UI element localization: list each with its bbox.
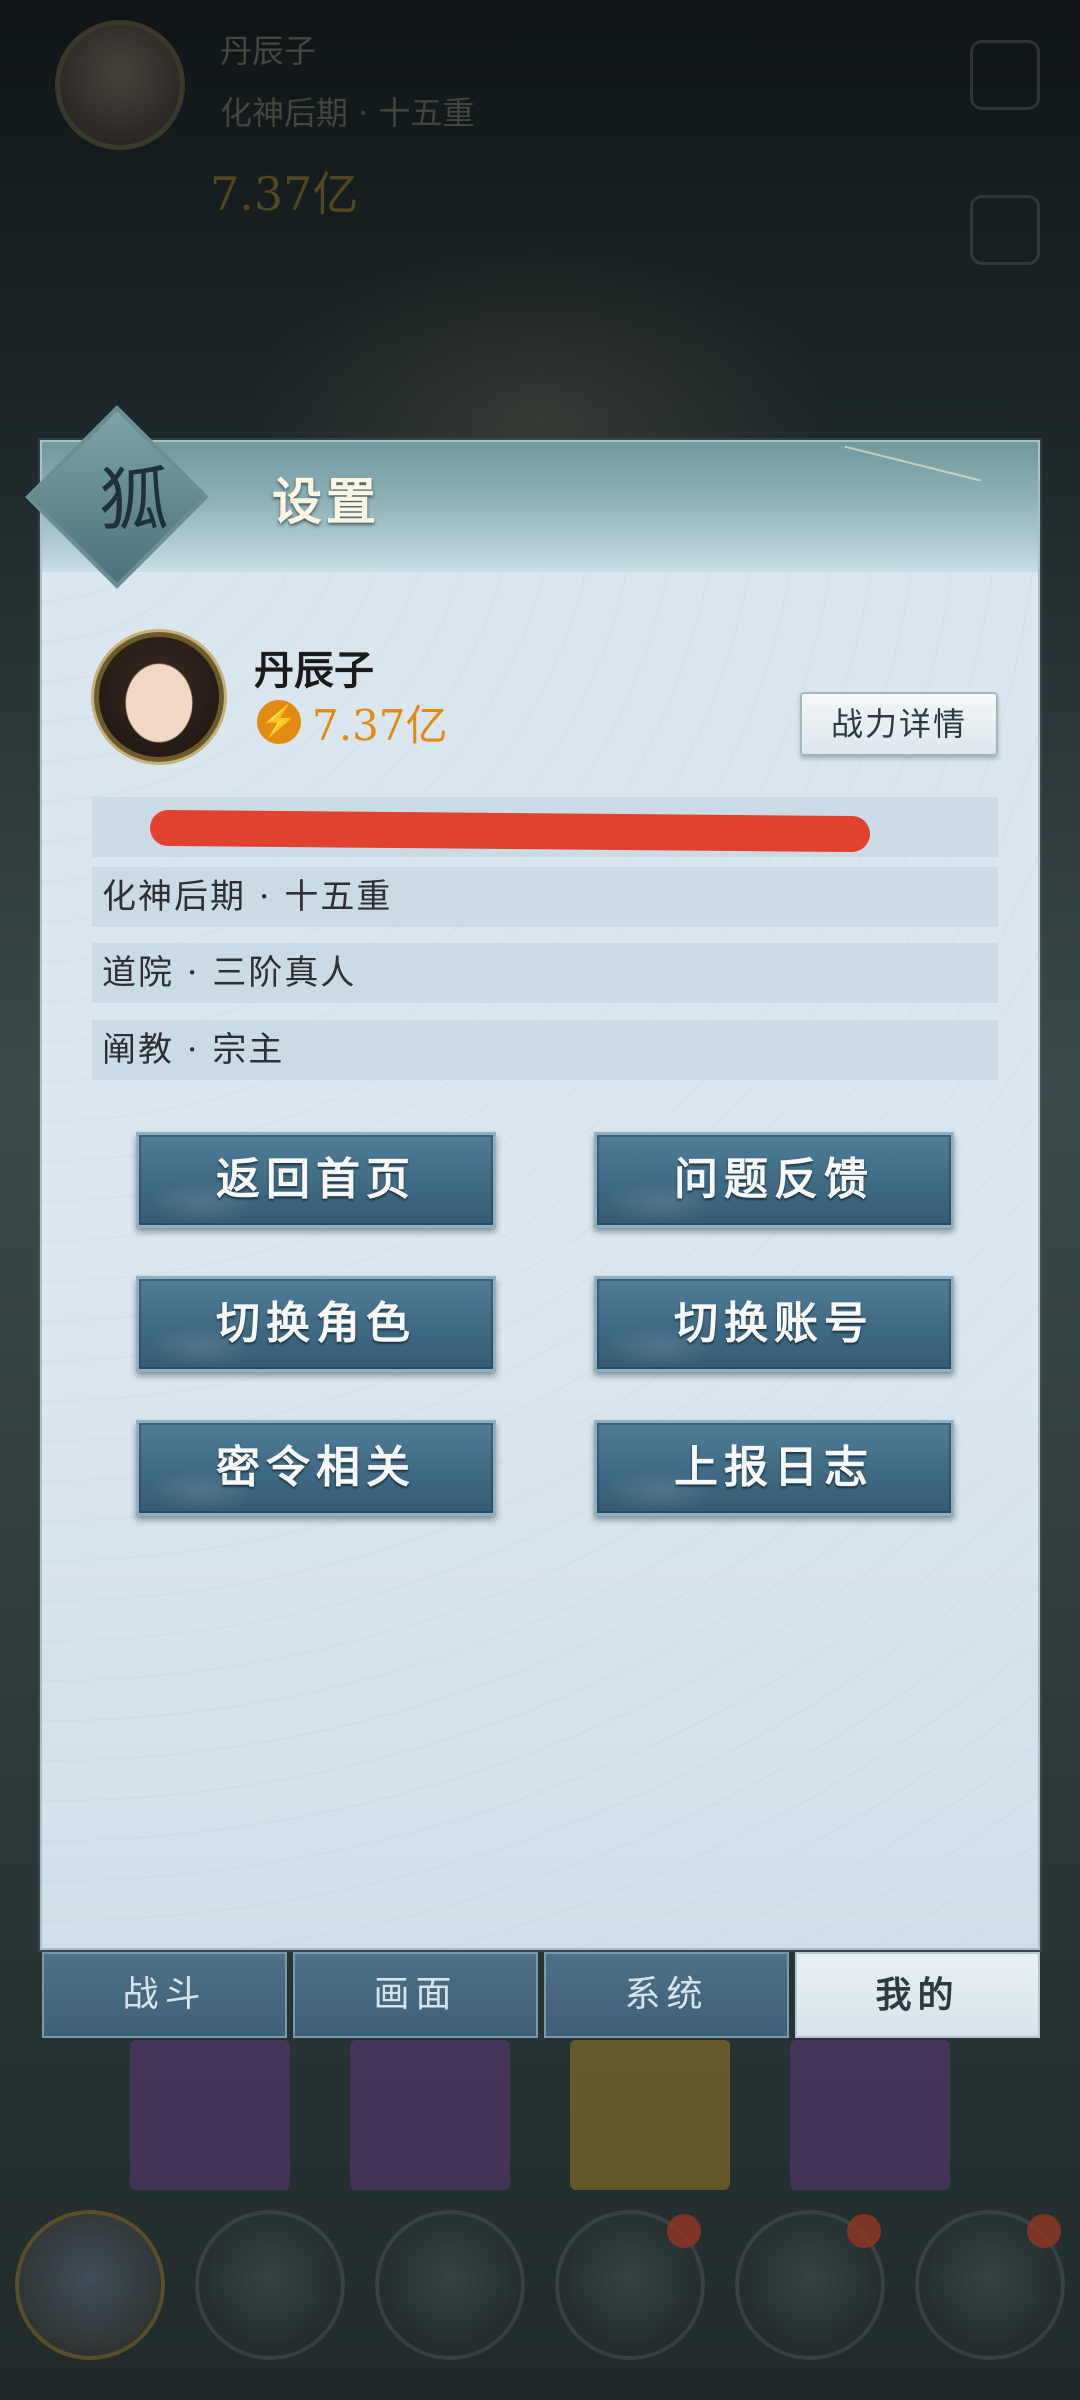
return-home-button[interactable]: 返回首页 [136, 1132, 496, 1228]
info-row-realm: 化神后期 · 十五重 [92, 867, 998, 927]
settings-dialog: 狐 设置 丹辰子 ⚡ 7.37亿 战力详情 化神后期 · 十五重 道院 · 三阶… [25, 405, 1040, 2038]
settings-tabs: 战斗 画面 系统 我的 [42, 1952, 1042, 2038]
background-player-name: 丹辰子 [220, 32, 317, 70]
notification-dot [847, 2214, 881, 2248]
switch-account-button[interactable]: 切换账号 [594, 1276, 954, 1372]
password-button[interactable]: 密令相关 [136, 1420, 496, 1516]
background-card [570, 2040, 730, 2190]
feedback-button[interactable]: 问题反馈 [594, 1132, 954, 1228]
background-dock-button [915, 2210, 1065, 2360]
tab-graphics[interactable]: 画面 [293, 1952, 538, 2038]
background-avatar [55, 20, 185, 150]
avatar[interactable] [94, 632, 224, 762]
background-side-icon [970, 40, 1040, 110]
background-dock-button [375, 2210, 525, 2360]
tab-mine[interactable]: 我的 [795, 1952, 1040, 2038]
tab-battle[interactable]: 战斗 [42, 1952, 287, 2038]
background-dock-button [735, 2210, 885, 2360]
info-row-academy: 道院 · 三阶真人 [92, 943, 998, 1003]
power-detail-button[interactable]: 战力详情 [800, 692, 998, 756]
power-value: 7.37亿 [312, 701, 448, 750]
player-name: 丹辰子 [254, 647, 374, 694]
redaction-mark [149, 809, 871, 853]
emblem-icon: 狐 [22, 402, 212, 592]
notification-dot [1027, 2214, 1061, 2248]
notification-dot [667, 2214, 701, 2248]
background-dock-button [15, 2210, 165, 2360]
power-icon: ⚡ [257, 700, 301, 744]
background-realm: 化神后期 · 十五重 [220, 94, 475, 132]
info-row-sect: 阐教 · 宗主 [92, 1020, 998, 1080]
background-dock-button [555, 2210, 705, 2360]
tab-system[interactable]: 系统 [544, 1952, 789, 2038]
background-dock-button [195, 2210, 345, 2360]
background-card [130, 2040, 290, 2190]
info-row-id [92, 797, 998, 857]
dialog-title: 设置 [272, 472, 380, 531]
upload-log-button[interactable]: 上报日志 [594, 1420, 954, 1516]
background-cards [120, 2040, 980, 2190]
switch-role-button[interactable]: 切换角色 [136, 1276, 496, 1372]
background-power: 7.37亿 [210, 167, 359, 221]
background-side-icon [970, 195, 1040, 265]
background-card [350, 2040, 510, 2190]
background-card [790, 2040, 950, 2190]
beast-icon: 狐 [99, 459, 169, 541]
background-dock [0, 2200, 1080, 2400]
